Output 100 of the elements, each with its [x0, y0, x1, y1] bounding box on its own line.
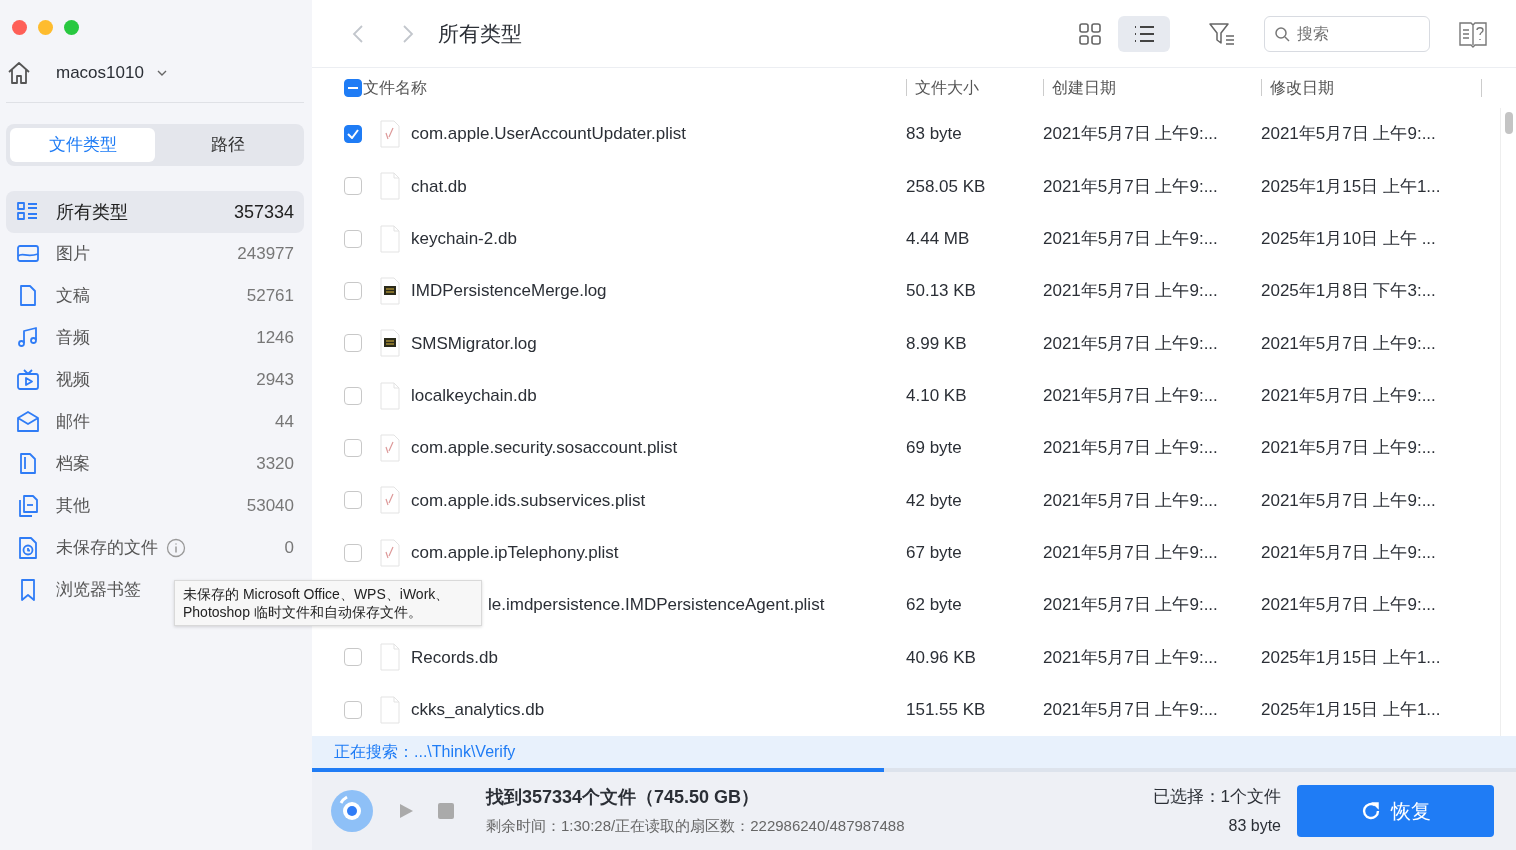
- column-header[interactable]: 文件大小: [906, 79, 979, 96]
- plist-file-icon: [379, 434, 401, 463]
- modified-date: 2025年1月8日 下午3:...: [1261, 281, 1436, 301]
- found-summary: 找到357334个文件（745.50 GB）: [486, 786, 761, 810]
- search-field[interactable]: 搜索: [1264, 15, 1430, 52]
- file-name[interactable]: com.apple.ipTelephony.plist: [411, 540, 619, 566]
- modified-date: 2021年5月7日 上午9:...: [1261, 595, 1436, 615]
- row-checkbox[interactable]: [344, 386, 362, 405]
- created-date: 2021年5月7日 上午9:...: [1043, 700, 1218, 719]
- file-size: 42 byte: [906, 490, 962, 510]
- forward-icon[interactable]: [402, 23, 414, 44]
- category-count: 2943: [256, 369, 294, 392]
- category-item[interactable]: 视频 2943: [6, 359, 304, 401]
- file-name[interactable]: le.imdpersistence.IMDPersistenceAgent.plist: [488, 592, 825, 618]
- play-icon[interactable]: [398, 803, 414, 819]
- category-item[interactable]: 音频 1246: [6, 317, 304, 359]
- file-name[interactable]: com.apple.ids.subservices.plist: [411, 487, 646, 514]
- help-book-icon[interactable]: [1458, 19, 1488, 48]
- file-name[interactable]: com.apple.UserAccountUpdater.plist: [411, 121, 686, 147]
- category-label: 其他: [56, 495, 90, 518]
- category-count: 52761: [246, 285, 294, 308]
- modified-date: 2021年5月7日 上午9:...: [1261, 333, 1436, 353]
- category-label: 文稿: [56, 285, 90, 308]
- column-header[interactable]: 修改日期: [1261, 79, 1334, 96]
- created-date: 2021年5月7日 上午9:...: [1043, 124, 1218, 144]
- modified-date: 2025年1月15日 上午1...: [1261, 700, 1441, 719]
- tab[interactable]: 文件类型: [10, 128, 155, 162]
- select-all-checkbox[interactable]: [344, 79, 362, 97]
- file-size: 4.44 MB: [906, 229, 970, 249]
- file-name[interactable]: chat.db: [411, 173, 467, 200]
- log-file-icon: [379, 329, 401, 358]
- tab[interactable]: 路径: [155, 128, 300, 162]
- category-item[interactable]: 所有类型 357334: [6, 191, 304, 233]
- category-item[interactable]: 图片 243977: [6, 233, 304, 275]
- zoom-button[interactable]: [64, 20, 79, 35]
- category-item[interactable]: 其他 53040: [6, 485, 304, 527]
- filter-icon[interactable]: [1208, 20, 1236, 47]
- file-name[interactable]: com.apple.security.sosaccount.plist: [411, 435, 678, 461]
- refresh-icon: [1360, 801, 1381, 821]
- column-header[interactable]: 创建日期: [1043, 79, 1116, 96]
- home-icon[interactable]: [6, 60, 32, 86]
- stop-icon[interactable]: [438, 803, 454, 819]
- back-icon[interactable]: [352, 23, 364, 44]
- created-date: 2021年5月7日 上午9:...: [1043, 543, 1218, 563]
- blank-file-icon: [379, 695, 401, 724]
- file-name[interactable]: Records.db: [411, 644, 498, 671]
- file-size: 62 byte: [906, 595, 962, 615]
- blank-file-icon: [379, 643, 401, 672]
- row-checkbox[interactable]: [344, 125, 362, 144]
- selection-size: 83 byte: [1228, 815, 1281, 836]
- category-item[interactable]: 未保存的文件 0: [6, 527, 304, 569]
- blank-file-icon: [379, 172, 401, 201]
- category-item[interactable]: 文稿 52761: [6, 275, 304, 317]
- modified-date: 2021年5月7日 上午9:...: [1261, 438, 1436, 458]
- row-checkbox[interactable]: [344, 334, 362, 353]
- file-size: 50.13 KB: [906, 281, 976, 301]
- view-toggle-button[interactable]: [1118, 15, 1170, 52]
- category-count: 44: [275, 411, 294, 434]
- close-button[interactable]: [12, 20, 27, 35]
- tv-play-icon: [16, 368, 40, 392]
- created-date: 2021年5月7日 上午9:...: [1043, 647, 1218, 667]
- file-name[interactable]: localkeychain.db: [411, 383, 537, 409]
- row-checkbox[interactable]: [344, 543, 362, 562]
- category-count: 0: [284, 537, 294, 560]
- file-name[interactable]: SMSMigrator.log: [411, 330, 537, 357]
- modified-date: 2021年5月7日 上午9:...: [1261, 124, 1436, 144]
- category-count: 53040: [246, 495, 294, 518]
- category-label: 音频: [56, 327, 90, 350]
- blank-file-icon: [379, 224, 401, 253]
- chevron-down-icon[interactable]: [155, 69, 168, 77]
- row-checkbox[interactable]: [344, 491, 362, 510]
- device-selector[interactable]: macos1010: [56, 60, 144, 86]
- category-count: 357334: [233, 200, 294, 224]
- created-date: 2021年5月7日 上午9:...: [1043, 333, 1218, 353]
- created-date: 2021年5月7日 上午9:...: [1043, 490, 1218, 510]
- scrollbar-thumb[interactable]: [1505, 112, 1513, 134]
- plist-file-icon: [379, 120, 401, 149]
- category-item[interactable]: 邮件 44: [6, 401, 304, 443]
- row-checkbox[interactable]: [344, 177, 362, 196]
- row-checkbox[interactable]: [344, 700, 362, 719]
- file-size: 67 byte: [906, 543, 962, 563]
- row-checkbox[interactable]: [344, 439, 362, 458]
- file-size: 4.10 KB: [906, 386, 967, 406]
- file-name[interactable]: ckks_analytics.db: [411, 697, 545, 723]
- envelope-icon: [16, 410, 40, 434]
- column-header[interactable]: 文件名称: [363, 76, 427, 100]
- file-name[interactable]: IMDPersistenceMerge.log: [411, 278, 607, 304]
- category-label: 浏览器书签: [56, 579, 141, 602]
- tooltip: 未保存的 Microsoft Office、WPS、iWork、Photoshop 临时文件和自动保存文件。: [174, 580, 482, 626]
- row-checkbox[interactable]: [344, 282, 362, 301]
- row-checkbox[interactable]: [344, 229, 362, 248]
- created-date: 2021年5月7日 上午9:...: [1043, 229, 1218, 249]
- file-name[interactable]: keychain-2.db: [411, 226, 517, 252]
- minimize-button[interactable]: [38, 20, 53, 35]
- category-label: 所有类型: [56, 200, 128, 224]
- info-icon[interactable]: [166, 538, 186, 558]
- recover-button[interactable]: 恢复: [1297, 785, 1494, 837]
- category-item[interactable]: 档案 3320: [6, 443, 304, 485]
- row-checkbox[interactable]: [344, 648, 362, 667]
- music-note-icon: [16, 326, 40, 350]
